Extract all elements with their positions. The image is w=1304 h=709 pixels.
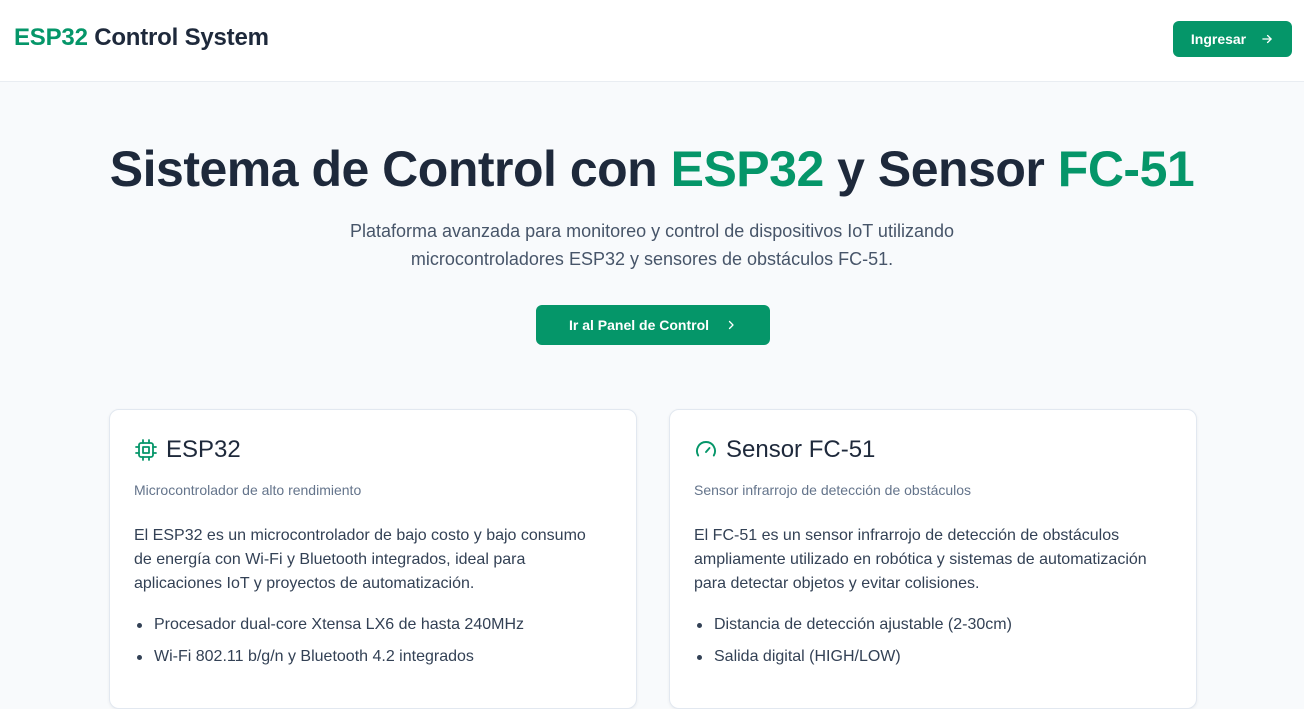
control-panel-button-label: Ir al Panel de Control: [568, 317, 710, 333]
chevron-right-icon: [728, 320, 734, 330]
list-item: Salida digital (HIGH/LOW): [694, 645, 1012, 669]
card-body-text: El FC-51 es un sensor infrarrojo de dete…: [694, 527, 1147, 592]
brand-text: Control System: [87, 24, 269, 51]
card-title: ESP32: [166, 436, 241, 463]
login-button-label: Ingresar: [1190, 31, 1247, 47]
control-panel-button[interactable]: Ir al Panel de Control: [536, 305, 770, 345]
card-description: Sensor infrarrojo de detección de obstác…: [694, 482, 972, 498]
fc51-card: Sensor FC-51 Sensor infrarrojo de detecc…: [669, 409, 1197, 709]
feature-list: Procesador dual-core Xtensa LX6 de hasta…: [134, 613, 524, 677]
hero-subtitle: Plataforma avanzada para monitoreo y con…: [349, 221, 954, 269]
list-item: Procesador dual-core Xtensa LX6 de hasta…: [134, 613, 524, 637]
list-item: Distancia de detección ajustable (2-30cm…: [694, 613, 1012, 637]
brand-accent: ESP32: [14, 24, 88, 51]
esp32-card: ESP32 Microcontrolador de alto rendimien…: [109, 409, 637, 709]
hero-title-part1: Sistema de Control con: [109, 141, 671, 197]
site-header: ESP32 Control System Ingresar: [0, 0, 1304, 82]
chip-icon: [135, 439, 157, 461]
gauge-icon: [696, 441, 716, 457]
hero-title-part2: y Sensor: [823, 141, 1058, 197]
list-item: Wi-Fi 802.11 b/g/n y Bluetooth 4.2 integ…: [134, 645, 524, 669]
card-header: Sensor FC-51: [694, 436, 875, 464]
card-description: Microcontrolador de alto rendimiento: [134, 482, 362, 498]
arrow-right-icon: [1262, 34, 1272, 44]
brand-logo[interactable]: ESP32 Control System: [14, 24, 269, 52]
login-button[interactable]: Ingresar: [1173, 21, 1292, 57]
hero-title-fc51: FC-51: [1057, 141, 1195, 197]
hero-title-esp32: ESP32: [670, 141, 825, 197]
card-header: ESP32: [134, 436, 241, 464]
card-title: Sensor FC-51: [726, 436, 876, 463]
card-body-text: El ESP32 es un microcontrolador de bajo …: [134, 527, 586, 592]
feature-list: Distancia de detección ajustable (2-30cm…: [694, 613, 1012, 677]
hero-title: Sistema de Control con ESP32 y Sensor FC…: [0, 140, 1304, 198]
